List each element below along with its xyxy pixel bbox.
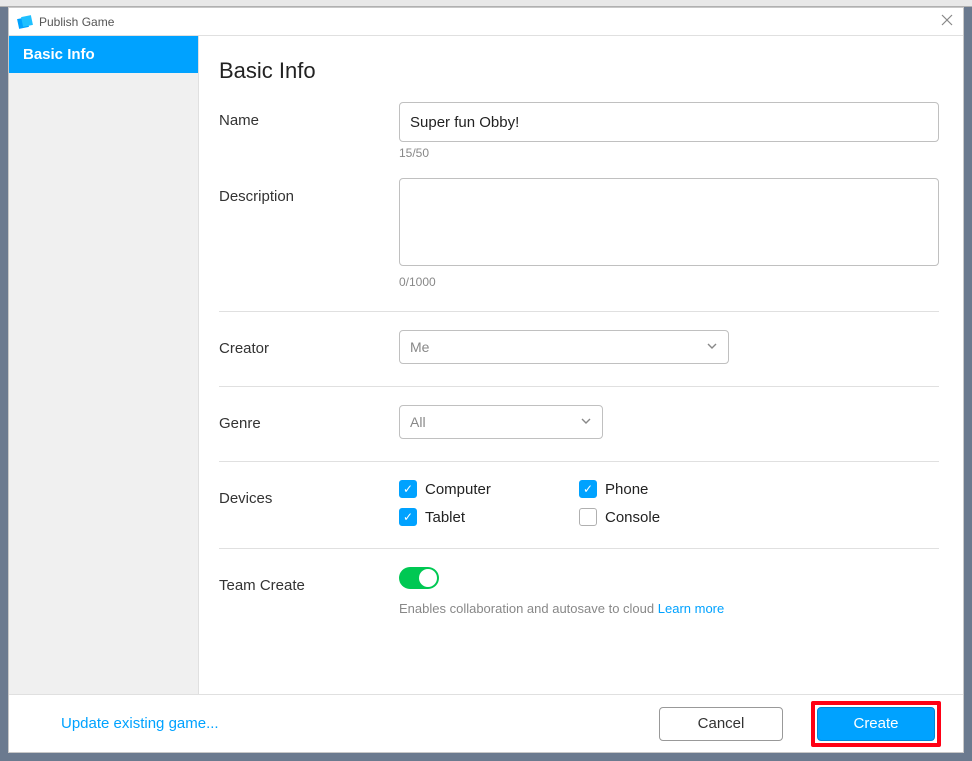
field-row-creator: Creator Me bbox=[219, 330, 939, 387]
sidebar-item-label: Basic Info bbox=[23, 46, 95, 63]
genre-selected: All bbox=[410, 414, 426, 430]
footer: Update existing game... Cancel Create bbox=[9, 694, 963, 752]
window-title: Publish Game bbox=[39, 15, 114, 29]
description-label: Description bbox=[219, 178, 399, 289]
field-row-team-create: Team Create Enables collaboration and au… bbox=[219, 567, 939, 638]
device-label: Tablet bbox=[425, 509, 465, 526]
team-create-label: Team Create bbox=[219, 567, 399, 616]
roblox-studio-icon bbox=[17, 14, 33, 30]
device-label: Console bbox=[605, 509, 660, 526]
create-button[interactable]: Create bbox=[817, 707, 935, 741]
chevron-down-icon bbox=[706, 339, 718, 355]
help-text: Enables collaboration and autosave to cl… bbox=[399, 601, 658, 616]
description-input[interactable] bbox=[399, 178, 939, 266]
window-body: Basic Info Basic Info Name 15/50 Descrip… bbox=[9, 36, 963, 694]
name-label: Name bbox=[219, 102, 399, 160]
checkbox-icon bbox=[579, 508, 597, 526]
learn-more-link[interactable]: Learn more bbox=[658, 601, 724, 616]
genre-select[interactable]: All bbox=[399, 405, 603, 439]
genre-label: Genre bbox=[219, 405, 399, 439]
team-create-help: Enables collaboration and autosave to cl… bbox=[399, 601, 939, 616]
field-row-description: Description 0/1000 bbox=[219, 178, 939, 312]
background-toolbar bbox=[0, 0, 972, 7]
sidebar-item-basic-info[interactable]: Basic Info bbox=[9, 36, 198, 73]
cancel-button[interactable]: Cancel bbox=[659, 707, 783, 741]
device-label: Computer bbox=[425, 481, 491, 498]
field-row-genre: Genre All bbox=[219, 405, 939, 462]
main-panel: Basic Info Name 15/50 Description 0/1000 bbox=[199, 36, 963, 694]
field-row-name: Name 15/50 bbox=[219, 102, 939, 166]
devices-label: Devices bbox=[219, 480, 399, 526]
device-checkbox-tablet[interactable]: ✓ Tablet bbox=[399, 508, 579, 526]
checkbox-icon: ✓ bbox=[579, 480, 597, 498]
publish-game-window: Publish Game Basic Info Basic Info Name … bbox=[8, 7, 964, 753]
name-counter: 15/50 bbox=[399, 146, 939, 160]
device-checkbox-phone[interactable]: ✓ Phone bbox=[579, 480, 759, 498]
create-button-highlight: Create bbox=[811, 701, 941, 747]
field-row-devices: Devices ✓ Computer ✓ Phone ✓ Ta bbox=[219, 480, 939, 549]
device-label: Phone bbox=[605, 481, 648, 498]
team-create-toggle[interactable] bbox=[399, 567, 439, 589]
chevron-down-icon bbox=[580, 414, 592, 430]
update-existing-game-link[interactable]: Update existing game... bbox=[61, 715, 219, 732]
page-title: Basic Info bbox=[219, 58, 939, 84]
description-counter: 0/1000 bbox=[399, 275, 939, 289]
toggle-knob bbox=[419, 569, 437, 587]
creator-select[interactable]: Me bbox=[399, 330, 729, 364]
sidebar: Basic Info bbox=[9, 36, 199, 694]
close-icon[interactable] bbox=[941, 14, 953, 30]
creator-label: Creator bbox=[219, 330, 399, 364]
creator-selected: Me bbox=[410, 339, 429, 355]
checkbox-icon: ✓ bbox=[399, 480, 417, 498]
device-checkbox-computer[interactable]: ✓ Computer bbox=[399, 480, 579, 498]
device-checkbox-console[interactable]: Console bbox=[579, 508, 759, 526]
checkbox-icon: ✓ bbox=[399, 508, 417, 526]
titlebar: Publish Game bbox=[9, 8, 963, 36]
name-input[interactable] bbox=[399, 102, 939, 142]
